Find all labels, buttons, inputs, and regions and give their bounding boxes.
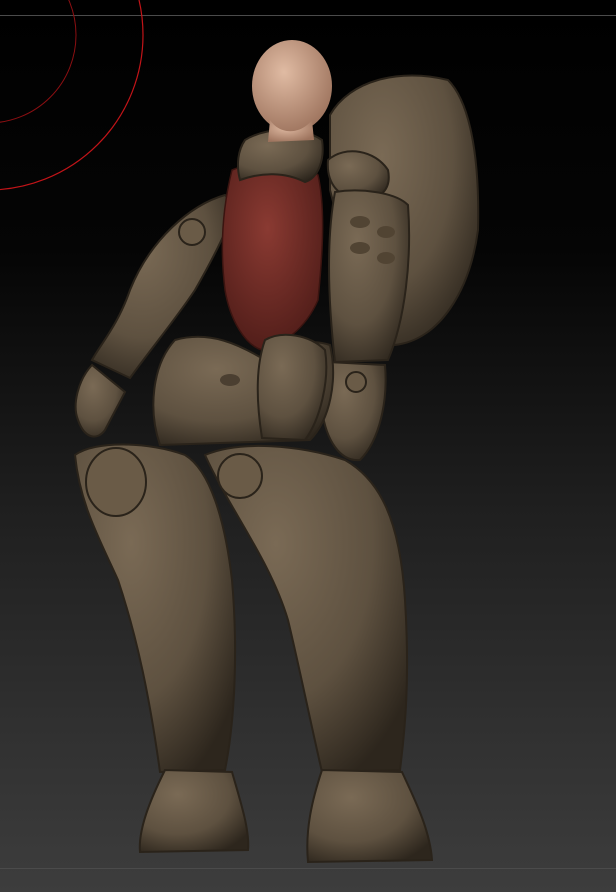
canvas-viewport[interactable] <box>0 0 616 892</box>
head <box>252 40 332 132</box>
left-boot <box>306 768 434 864</box>
sculpt-model[interactable] <box>0 0 616 892</box>
bodysuit <box>221 162 324 351</box>
right-hand <box>74 363 127 438</box>
right-boot <box>138 768 250 854</box>
left-forearm-armor <box>328 189 411 364</box>
